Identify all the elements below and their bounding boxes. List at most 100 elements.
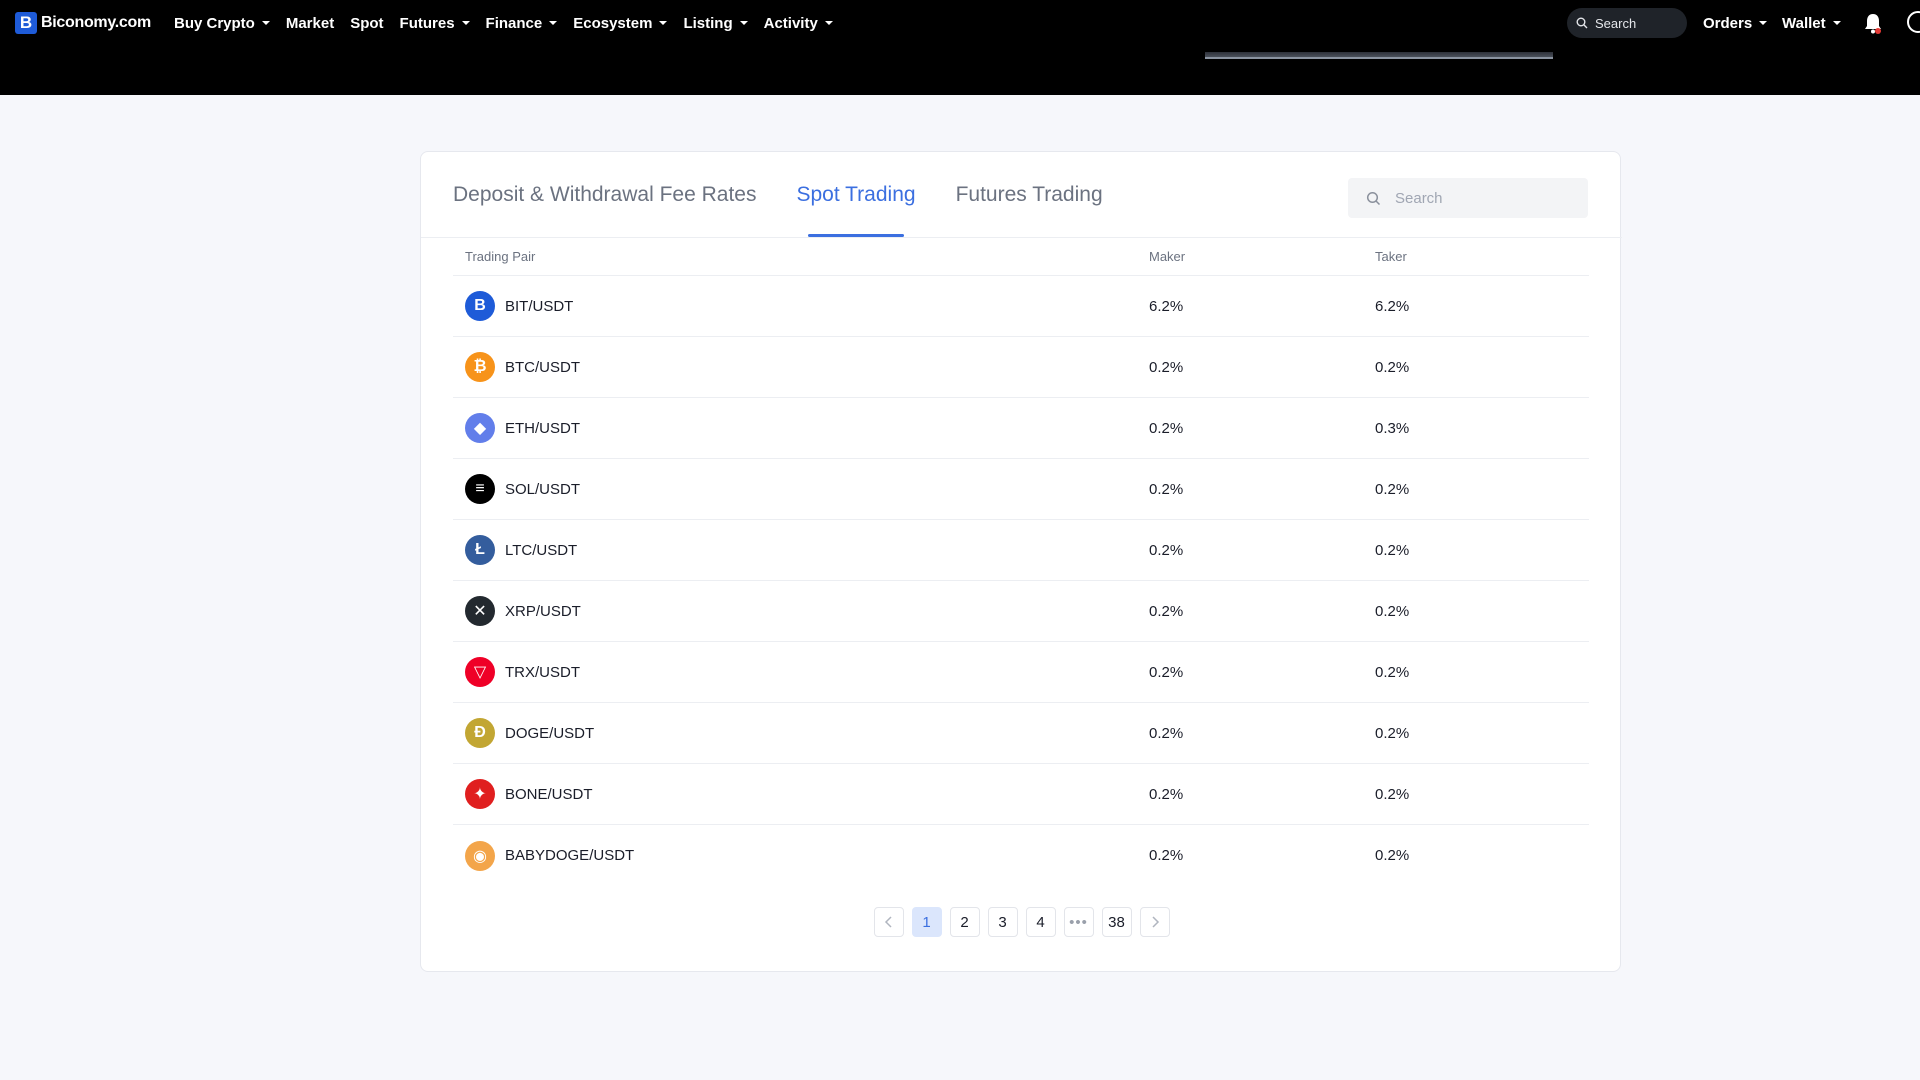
pair-name: TRX/USDT <box>505 663 580 681</box>
page-button-1[interactable]: 1 <box>911 907 942 937</box>
pagination: 1 2 3 4 ••• 38 <box>421 907 1622 937</box>
nav-menu-label: Futures <box>399 14 455 32</box>
taker-fee: 0.2% <box>1375 847 1410 864</box>
table-row[interactable]: ≡ SOL/USDT 0.2% 0.2% <box>453 459 1589 520</box>
pair-cell: ≡ SOL/USDT <box>453 474 1149 504</box>
top-navigation-bar: B Biconomy.com Buy Crypto Market Spot Futur… <box>0 0 1920 95</box>
main-menu: Buy Crypto Market Spot Futures Finance Ecosys… <box>174 0 849 46</box>
pair-name: DOGE/USDT <box>505 724 595 742</box>
pair-name: BONE/USDT <box>505 785 593 803</box>
nav-menu-spot[interactable]: Spot <box>350 15 383 32</box>
nav-menu-activity[interactable]: Activity <box>764 15 833 32</box>
pair-search-input[interactable] <box>1395 189 1565 207</box>
table-row[interactable]: Ð DOGE/USDT 0.2% 0.2% <box>453 703 1589 764</box>
chevron-right-icon <box>1151 916 1159 928</box>
chevron-down-icon <box>461 21 470 25</box>
nav-menu-label: Activity <box>763 14 818 32</box>
chevron-down-icon <box>549 21 558 25</box>
maker-fee: 6.2% <box>1149 297 1184 315</box>
pair-cell: ◆ ETH/USDT <box>453 413 1149 443</box>
taker-fee: 0.2% <box>1375 358 1410 376</box>
pair-search-box[interactable] <box>1348 178 1588 218</box>
tab-spot-trading[interactable]: Spot Trading <box>796 152 916 237</box>
nav-menu-label: Finance <box>485 14 543 32</box>
chevron-left-icon <box>884 916 892 928</box>
column-header-taker: Taker <box>1375 249 1407 264</box>
table-row[interactable]: ◉ BABYDOGE/USDT 0.2% 0.2% <box>453 825 1589 886</box>
table-row[interactable]: Ł LTC/USDT 0.2% 0.2% <box>453 520 1589 581</box>
next-page-button[interactable] <box>1139 907 1170 937</box>
chevron-down-icon <box>1832 21 1841 25</box>
pair-cell: ✦ BONE/USDT <box>453 779 1149 809</box>
nav-search-label: Search <box>1595 15 1637 31</box>
taker-fee: 0.2% <box>1375 785 1410 803</box>
taker-fee: 0.2% <box>1375 724 1410 742</box>
page-button-2[interactable]: 2 <box>949 907 980 937</box>
nav-menu-label: Ecosystem <box>573 14 653 32</box>
tab-futures-trading[interactable]: Futures Trading <box>956 152 1103 237</box>
nav-menu-listing[interactable]: Listing <box>683 15 748 32</box>
table-row[interactable]: ▽ TRX/USDT 0.2% 0.2% <box>453 642 1589 703</box>
maker-fee: 0.2% <box>1149 419 1184 437</box>
spot-fee-table: Trading Pair Maker Taker B BIT/USDT 6.2% 6.… <box>453 238 1589 886</box>
nav-menu-buy-crypto[interactable]: Buy Crypto <box>174 15 270 32</box>
babydoge-icon: ◉ <box>465 840 495 871</box>
page-button-38[interactable]: 38 <box>1101 907 1132 937</box>
chevron-down-icon <box>824 21 833 25</box>
nav-menu-ecosystem[interactable]: Ecosystem <box>573 14 668 32</box>
page-button-3[interactable]: 3 <box>987 907 1018 937</box>
table-row[interactable]: B BIT/USDT 6.2% 6.2% <box>453 276 1589 337</box>
taker-fee: 6.2% <box>1375 297 1410 315</box>
maker-fee: 0.2% <box>1149 785 1184 803</box>
table-row[interactable]: ✦ BONE/USDT 0.2% 0.2% <box>453 764 1589 825</box>
brand-name: Biconomy.com <box>41 14 151 31</box>
maker-fee: 0.2% <box>1149 358 1184 376</box>
account-avatar-icon[interactable] <box>1907 11 1920 33</box>
biconomy-logo[interactable]: B Biconomy.com <box>15 12 151 34</box>
table-row[interactable]: ₿ BTC/USDT 0.2% 0.2% <box>453 337 1589 398</box>
bitcoin-icon: ₿ <box>465 352 495 382</box>
brand-mark-icon: B <box>15 12 37 34</box>
tab-deposit-withdrawal-fee-rates[interactable]: Deposit & Withdrawal Fee Rates <box>453 152 756 237</box>
chevron-down-icon <box>739 21 748 25</box>
pair-cell: ◉ BABYDOGE/USDT <box>453 840 1149 871</box>
notification-dot <box>1875 28 1881 34</box>
chevron-down-icon <box>261 21 270 25</box>
page-button-4[interactable]: 4 <box>1025 907 1056 937</box>
table-header: Trading Pair Maker Taker <box>453 238 1589 276</box>
pair-name: BIT/USDT <box>505 297 574 315</box>
maker-fee: 0.2% <box>1149 724 1184 742</box>
pair-name: BTC/USDT <box>505 358 580 376</box>
nav-menu-finance[interactable]: Finance <box>486 15 558 32</box>
taker-fee: 0.2% <box>1375 602 1410 620</box>
wallet-menu[interactable]: Wallet <box>1782 0 1841 46</box>
table-row[interactable]: ◆ ETH/USDT 0.2% 0.3% <box>453 398 1589 459</box>
nav-menu-futures[interactable]: Futures <box>400 15 470 32</box>
ethereum-icon: ◆ <box>465 413 495 443</box>
pair-name: XRP/USDT <box>505 602 581 620</box>
pair-name: BABYDOGE/USDT <box>505 847 635 864</box>
page-ellipsis[interactable]: ••• <box>1063 907 1094 937</box>
nav-menu-label: Buy Crypto <box>174 14 255 32</box>
maker-fee: 0.2% <box>1149 602 1184 620</box>
banner-image <box>1205 52 1553 59</box>
orders-label: Orders <box>1703 14 1753 32</box>
orders-menu[interactable]: Orders <box>1703 0 1768 46</box>
maker-fee: 0.2% <box>1149 480 1184 498</box>
pair-name: ETH/USDT <box>505 419 580 437</box>
nav-search-box[interactable]: Search <box>1567 8 1687 38</box>
pair-name: SOL/USDT <box>505 480 581 498</box>
nav-menu-label: Spot <box>350 14 384 32</box>
pair-cell: ✕ XRP/USDT <box>453 596 1149 626</box>
prev-page-button[interactable] <box>873 907 904 937</box>
pair-cell: ▽ TRX/USDT <box>453 657 1149 687</box>
litecoin-icon: Ł <box>465 535 495 565</box>
xrp-icon: ✕ <box>465 596 495 626</box>
table-row[interactable]: ✕ XRP/USDT 0.2% 0.2% <box>453 581 1589 642</box>
bone-icon: ✦ <box>465 779 495 809</box>
pair-cell: B BIT/USDT <box>453 291 1149 321</box>
nav-menu-market[interactable]: Market <box>286 15 334 32</box>
taker-fee: 0.3% <box>1375 419 1410 437</box>
search-icon <box>1576 17 1588 29</box>
bit-coin-icon: B <box>465 291 495 321</box>
